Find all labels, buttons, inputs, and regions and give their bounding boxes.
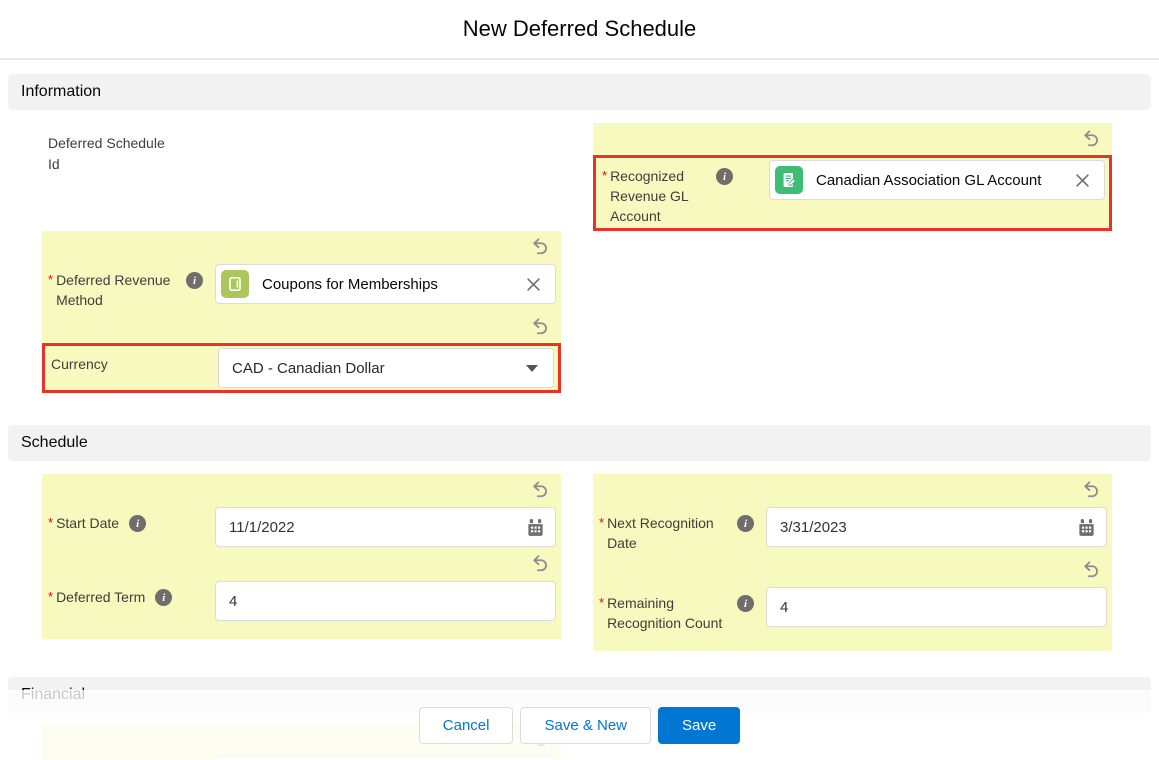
field-recognized-revenue-gl-account: * Recognized Revenue GL Account i xyxy=(593,123,1112,231)
modal-header: New Deferred Schedule xyxy=(0,0,1159,60)
undo-row xyxy=(593,554,1112,586)
field-deferred-term: * Deferred Term i xyxy=(42,580,561,639)
gl-account-icon xyxy=(775,166,803,194)
field-group-next-date-remaining-count: * Next Recognition Date i xyxy=(593,474,1112,651)
lookup-pill-gl-account[interactable]: Canadian Association GL Account xyxy=(769,160,1105,200)
undo-button[interactable] xyxy=(1080,559,1102,581)
required-asterisk: * xyxy=(602,166,607,186)
undo-button[interactable] xyxy=(1080,479,1102,501)
info-icon[interactable]: i xyxy=(737,515,754,532)
field-next-recognition-date: * Next Recognition Date i xyxy=(593,506,1112,554)
undo-row xyxy=(42,474,561,506)
field-label-group: * Deferred Term i xyxy=(48,581,215,607)
new-deferred-schedule-modal: New Deferred Schedule Information Deferr… xyxy=(0,0,1159,760)
undo-icon xyxy=(530,237,550,257)
information-field-grid: Deferred Schedule Id * Recognized Revenu… xyxy=(0,110,1159,393)
field-start-date: * Start Date i xyxy=(42,506,561,548)
field-label-group: * Remaining Recognition Count i xyxy=(599,587,766,633)
field-label: Next Recognition Date xyxy=(607,513,727,553)
undo-icon xyxy=(530,480,550,500)
field-label-group: * Next Recognition Date i xyxy=(599,507,766,553)
page-title: New Deferred Schedule xyxy=(463,16,697,42)
field-currency: Currency CAD - Canadian Dollar xyxy=(45,346,558,390)
info-icon[interactable]: i xyxy=(155,589,172,606)
field-label-group: Currency xyxy=(51,348,218,374)
cancel-button[interactable]: Cancel xyxy=(419,707,514,744)
required-asterisk: * xyxy=(48,270,53,290)
field-label-group: * Recognized Revenue GL Account i xyxy=(602,160,769,226)
undo-button[interactable] xyxy=(529,236,551,258)
remove-icon[interactable] xyxy=(1073,171,1091,189)
calendar-icon[interactable] xyxy=(1076,517,1096,537)
section-header-schedule[interactable]: Schedule xyxy=(8,425,1151,461)
field-label: Remaining Recognition Count xyxy=(607,593,727,633)
remaining-recognition-count-input[interactable] xyxy=(766,587,1107,627)
field-label: Currency xyxy=(51,354,108,374)
undo-button[interactable] xyxy=(529,553,551,575)
attention-highlight-box: * Recognized Revenue GL Account i xyxy=(593,155,1112,231)
calendar-icon[interactable] xyxy=(525,517,545,537)
save-and-new-button[interactable]: Save & New xyxy=(520,707,651,744)
info-icon[interactable]: i xyxy=(737,595,754,612)
field-label: Deferred Schedule Id xyxy=(48,133,168,175)
field-label: Start Date xyxy=(56,513,119,533)
schedule-field-grid: * Start Date i xyxy=(0,461,1159,651)
undo-row xyxy=(42,548,561,580)
undo-icon xyxy=(530,554,550,574)
undo-icon xyxy=(1081,129,1101,149)
undo-row xyxy=(593,123,1112,155)
currency-select[interactable]: CAD - Canadian Dollar xyxy=(218,348,554,388)
save-button[interactable]: Save xyxy=(658,707,740,744)
required-asterisk: * xyxy=(48,587,53,607)
start-date-input[interactable] xyxy=(215,507,556,547)
required-asterisk: * xyxy=(599,513,604,533)
remove-icon[interactable] xyxy=(524,275,542,293)
lookup-value: Coupons for Memberships xyxy=(249,276,524,293)
section-title: Schedule xyxy=(21,434,88,452)
modal-footer: Cancel Save & New Save xyxy=(0,690,1159,760)
undo-row xyxy=(42,231,561,263)
field-label: Recognized Revenue GL Account xyxy=(610,166,706,226)
field-label-group: * Deferred Revenue Method i xyxy=(48,264,215,310)
section-title: Information xyxy=(21,83,101,101)
undo-row xyxy=(593,474,1112,506)
undo-icon xyxy=(530,317,550,337)
deferred-term-input[interactable] xyxy=(215,581,556,621)
field-remaining-recognition-count: * Remaining Recognition Count i xyxy=(593,586,1112,651)
attention-highlight-box: Currency CAD - Canadian Dollar xyxy=(42,343,561,393)
field-label: Deferred Term xyxy=(56,587,145,607)
lookup-pill-revenue-method[interactable]: Coupons for Memberships xyxy=(215,264,556,304)
revenue-method-icon xyxy=(221,270,249,298)
undo-icon xyxy=(1081,480,1101,500)
info-icon[interactable]: i xyxy=(129,515,146,532)
undo-button[interactable] xyxy=(529,479,551,501)
field-label-group: * Start Date i xyxy=(48,507,215,533)
undo-button[interactable] xyxy=(1080,128,1102,150)
chevron-down-icon xyxy=(526,365,538,372)
undo-button[interactable] xyxy=(529,316,551,338)
required-asterisk: * xyxy=(48,513,53,533)
field-label: Deferred Revenue Method xyxy=(56,270,176,310)
undo-row xyxy=(42,311,561,343)
section-header-information[interactable]: Information xyxy=(8,74,1151,110)
field-deferred-schedule-id: Deferred Schedule Id xyxy=(42,123,561,185)
field-group-method-currency: * Deferred Revenue Method i Coupons for … xyxy=(42,231,561,393)
lookup-value: Canadian Association GL Account xyxy=(803,172,1073,189)
info-icon[interactable]: i xyxy=(186,272,203,289)
field-group-start-date-deferred-term: * Start Date i xyxy=(42,474,561,639)
required-asterisk: * xyxy=(599,593,604,613)
next-recognition-date-input[interactable] xyxy=(766,507,1107,547)
selected-option: CAD - Canadian Dollar xyxy=(232,360,385,377)
info-icon[interactable]: i xyxy=(716,168,733,185)
field-deferred-revenue-method: * Deferred Revenue Method i Coupons for … xyxy=(42,263,561,311)
undo-icon xyxy=(1081,560,1101,580)
